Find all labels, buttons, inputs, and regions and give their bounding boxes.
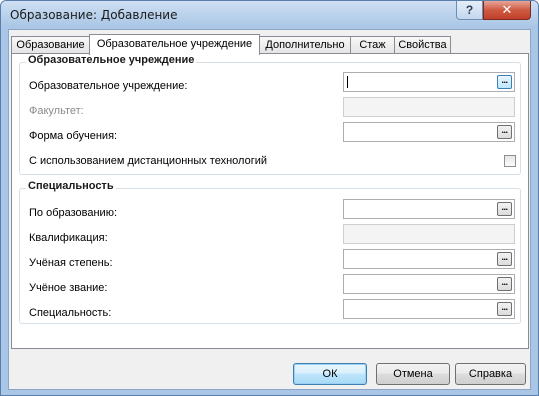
tab-panel: Образовательное учреждение Образовательн…	[11, 53, 529, 349]
degree-browse-button[interactable]: ...	[497, 252, 512, 266]
institution-label: Образовательное учреждение:	[29, 80, 188, 92]
study-form-field[interactable]: ...	[343, 122, 515, 142]
specialty-browse-button[interactable]: ...	[497, 302, 512, 316]
institution-group: Образовательное учреждение Образовательн…	[19, 54, 521, 175]
dialog-window: Образование: Добавление ? ✕ Образование …	[0, 0, 539, 396]
ok-button[interactable]: ОК	[293, 363, 367, 385]
qualification-field	[343, 224, 515, 244]
distance-learning-label: С использованием дистанционных технологи…	[29, 155, 268, 167]
rank-label: Учёное звание:	[29, 282, 108, 294]
dialog-client-area: Образование Образовательное учреждение Д…	[8, 29, 531, 390]
by-education-browse-button[interactable]: ...	[497, 202, 512, 216]
help-button[interactable]: Справка	[455, 363, 526, 385]
study-form-browse-button[interactable]: ...	[497, 125, 512, 139]
specialty-label: Специальность:	[29, 307, 112, 319]
institution-group-title: Образовательное учреждение	[26, 54, 197, 66]
tab-experience[interactable]: Стаж	[350, 36, 395, 54]
degree-label: Учёная степень:	[29, 257, 113, 269]
distance-learning-checkbox[interactable]	[504, 155, 516, 167]
faculty-label: Факультет:	[29, 105, 84, 117]
rank-browse-button[interactable]: ...	[497, 277, 512, 291]
faculty-field	[343, 97, 515, 117]
by-education-field[interactable]: ...	[343, 199, 515, 219]
tab-additional[interactable]: Дополнительно	[259, 36, 351, 54]
help-icon[interactable]: ?	[456, 1, 483, 20]
close-icon[interactable]: ✕	[483, 1, 531, 20]
specialty-group-title: Специальность	[26, 180, 116, 192]
by-education-label: По образованию:	[29, 207, 118, 219]
tab-properties[interactable]: Свойства	[394, 36, 451, 54]
specialty-group: Специальность По образованию: ... Квалиф…	[19, 180, 521, 324]
title-bar[interactable]: Образование: Добавление ? ✕	[1, 1, 538, 29]
tab-education[interactable]: Образование	[11, 36, 90, 54]
specialty-field[interactable]: ...	[343, 299, 515, 319]
text-caret	[347, 76, 348, 88]
rank-field[interactable]: ...	[343, 274, 515, 294]
degree-field[interactable]: ...	[343, 249, 515, 269]
institution-field[interactable]: ...	[343, 72, 515, 92]
study-form-label: Форма обучения:	[29, 130, 118, 142]
window-title: Образование: Добавление	[10, 8, 178, 22]
institution-browse-button[interactable]: ...	[497, 75, 512, 89]
tab-institution[interactable]: Образовательное учреждение	[89, 34, 260, 55]
tab-strip: Образование Образовательное учреждение Д…	[11, 34, 529, 55]
cancel-button[interactable]: Отмена	[376, 363, 450, 385]
qualification-label: Квалификация:	[29, 232, 108, 244]
